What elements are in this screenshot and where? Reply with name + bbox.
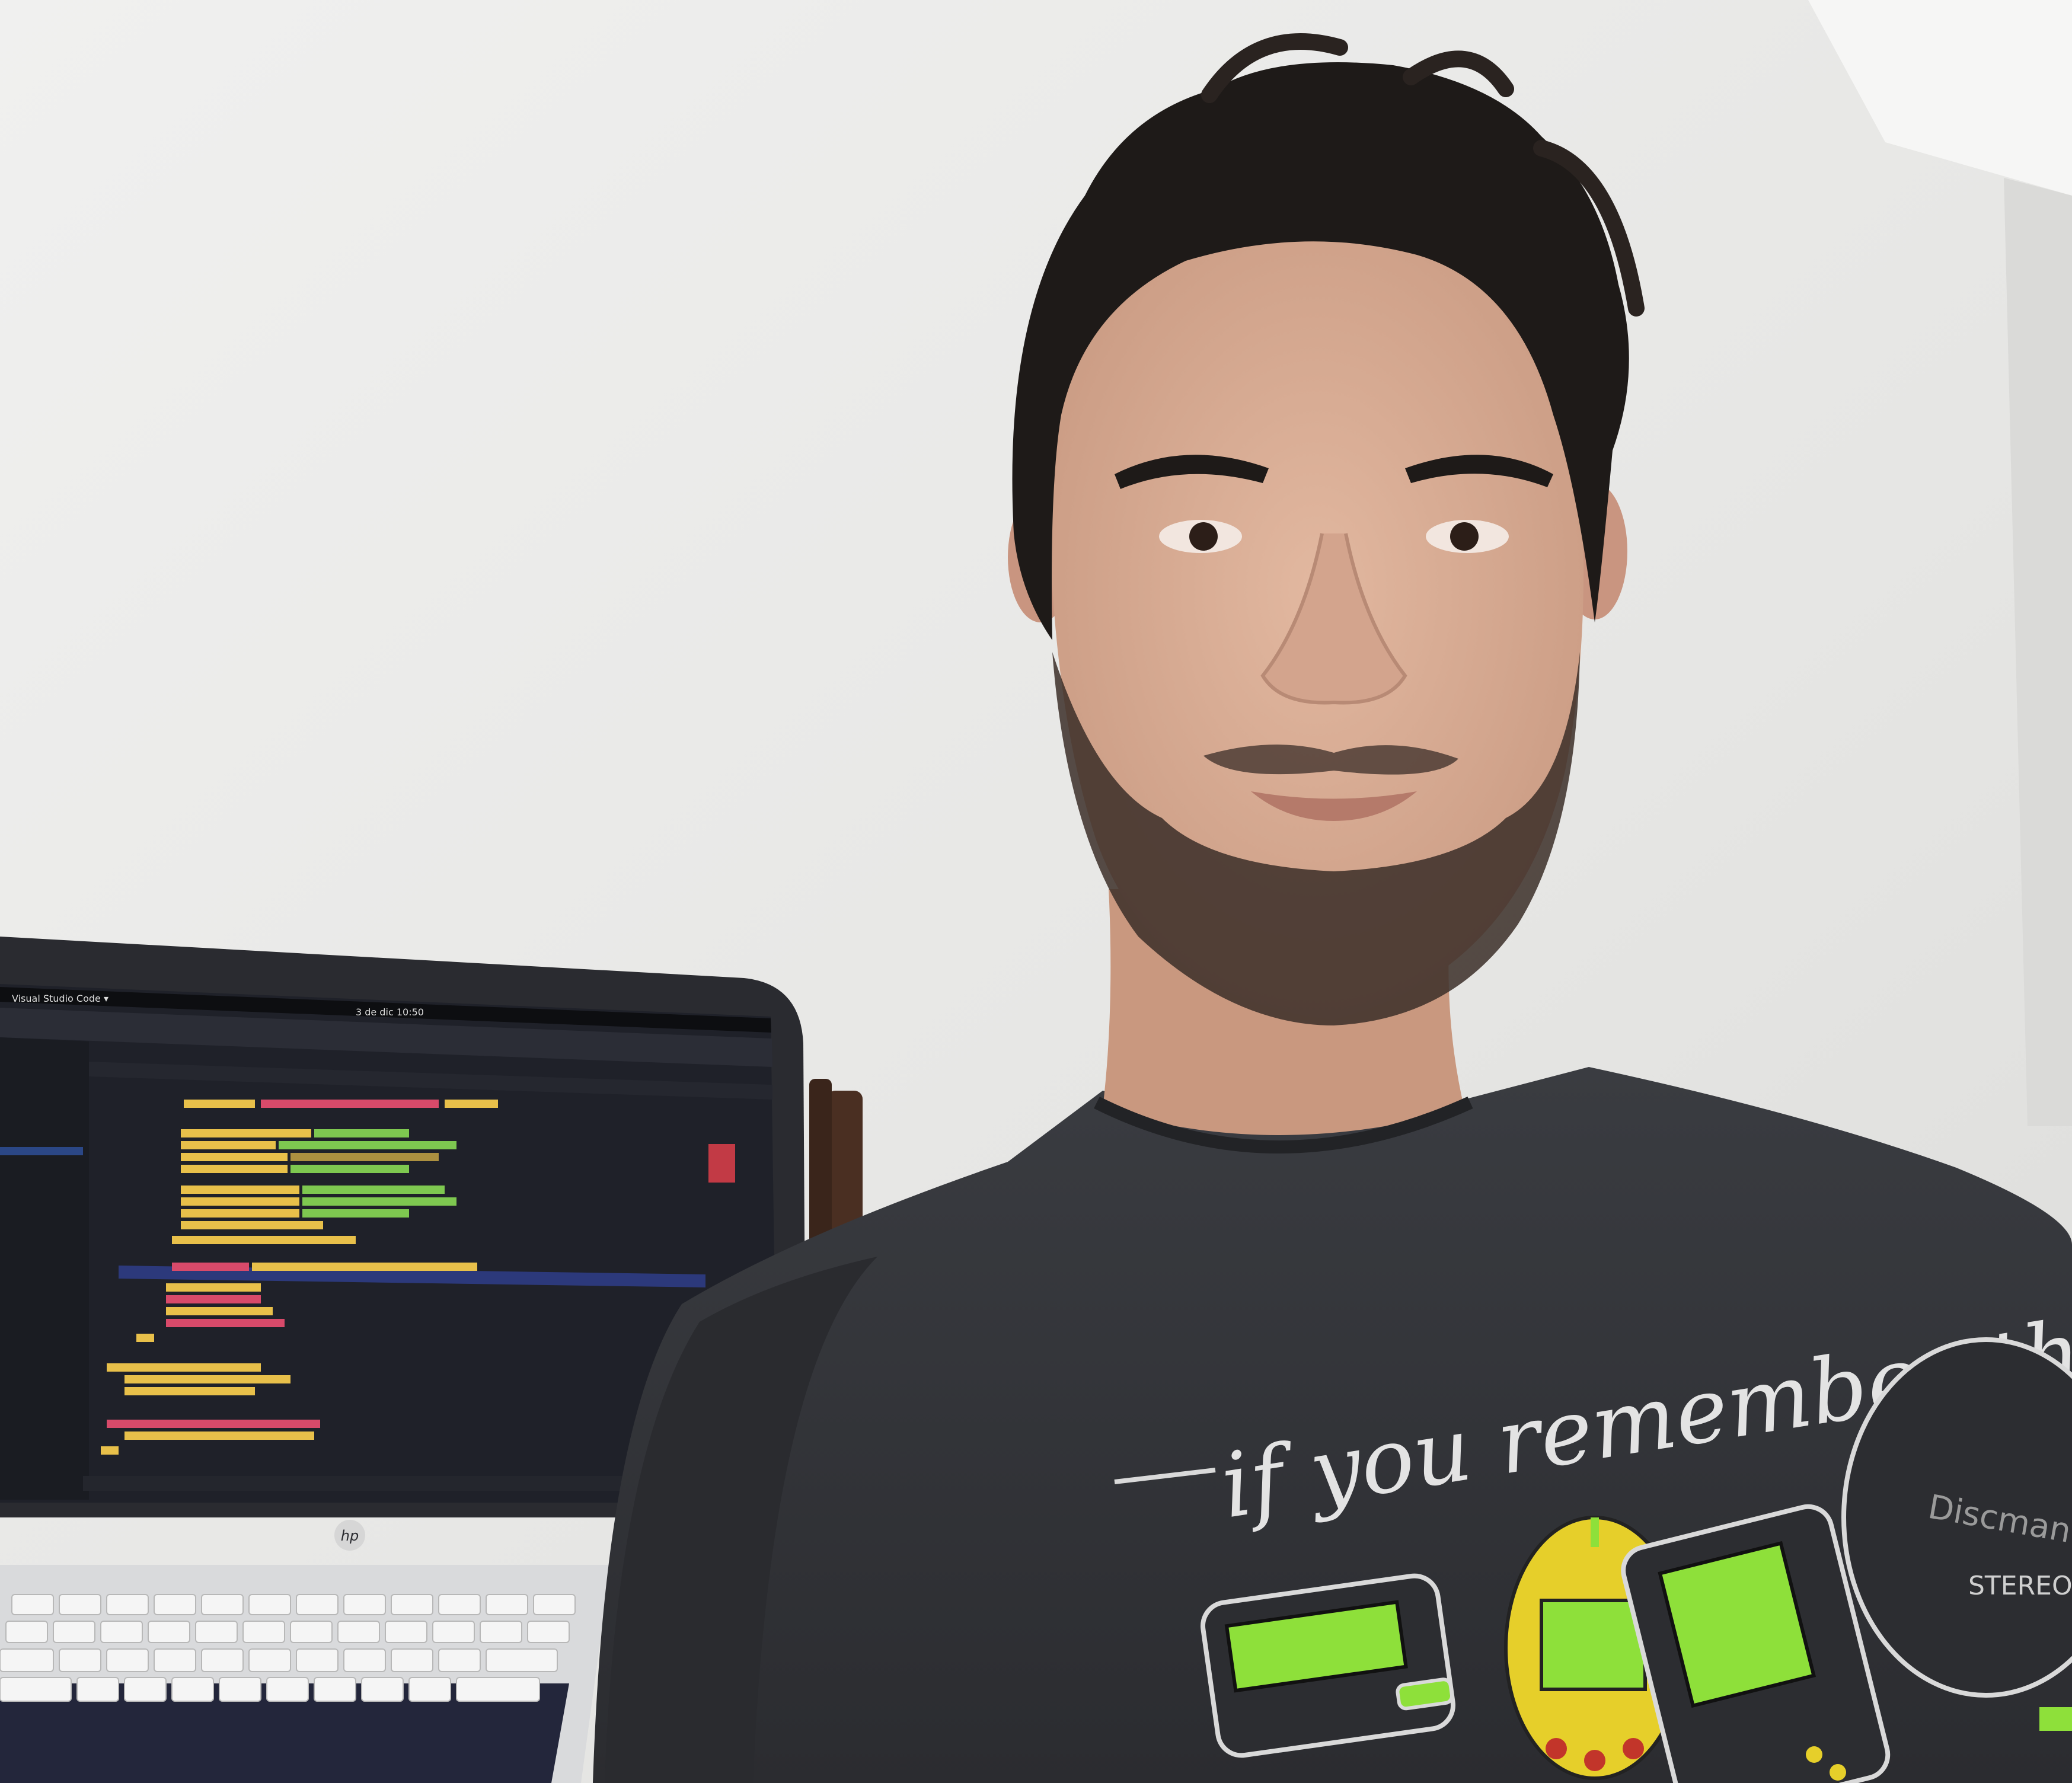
- right-iris: [1450, 522, 1479, 551]
- editor-sidebar: [0, 1037, 89, 1500]
- os-clock: 3 de dic 10:50: [356, 1006, 424, 1018]
- selfie-photo: Visual Studio Code ▾ 3 de dic 10:50 hp i…: [0, 0, 2072, 1783]
- sidebar-active-file[interactable]: [0, 1147, 83, 1155]
- pager-illustration: [1201, 1573, 1455, 1758]
- app-menu-label[interactable]: Visual Studio Code ▾: [12, 993, 108, 1004]
- left-iris: [1189, 522, 1218, 551]
- minimap-highlight: [708, 1144, 735, 1183]
- discman-stereo-label: STEREO: [1968, 1571, 2072, 1601]
- hp-logo-text: hp: [341, 1528, 359, 1544]
